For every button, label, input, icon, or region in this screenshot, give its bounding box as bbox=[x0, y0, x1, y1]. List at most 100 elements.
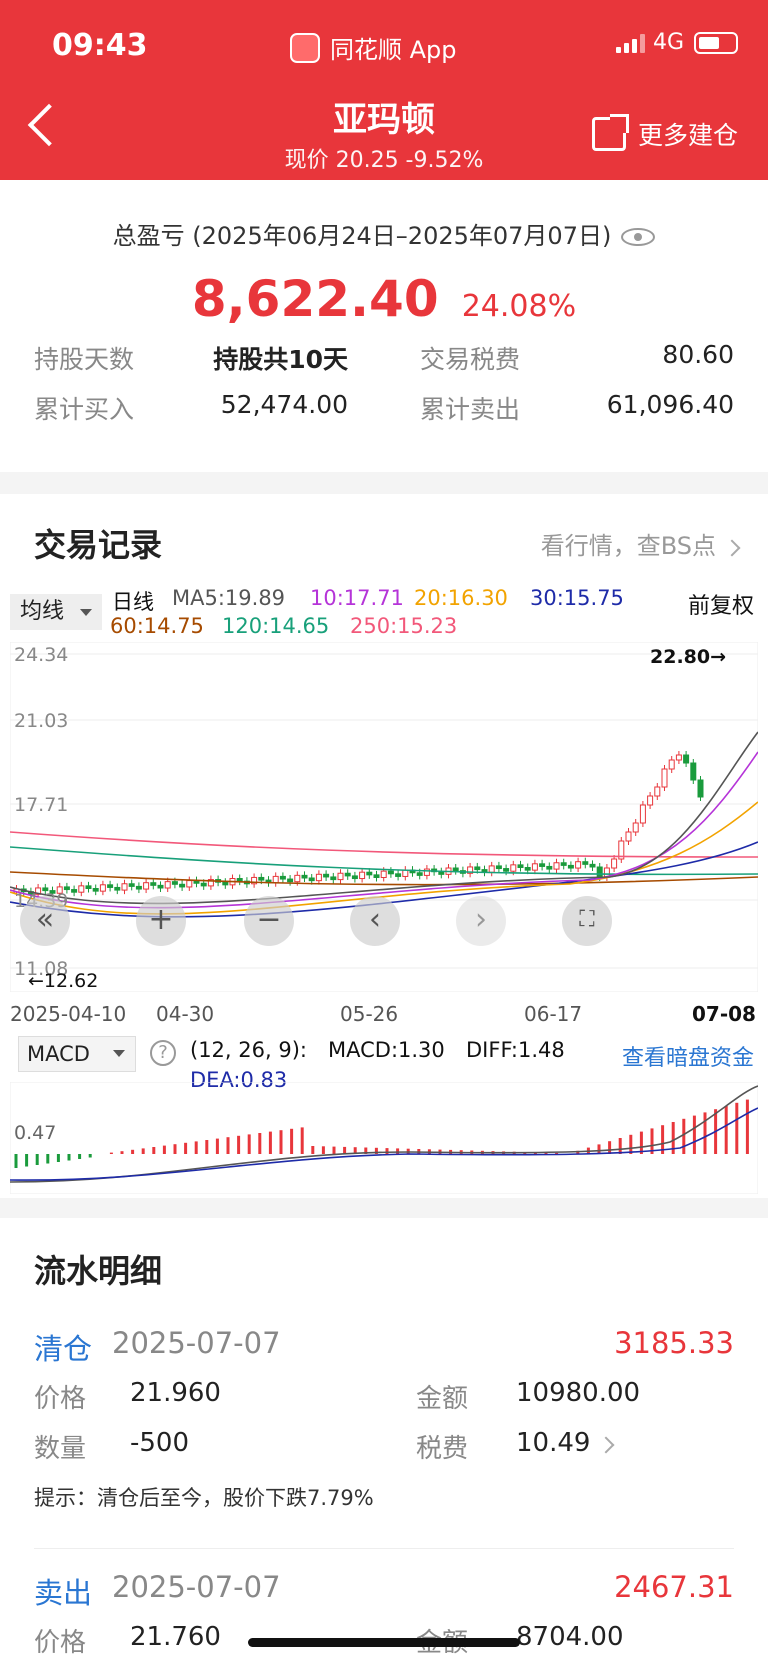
candle bbox=[308, 877, 315, 882]
record-date: 2025-07-07 bbox=[112, 1326, 281, 1360]
top-header: 09:43 同花顺 App 4G 亚玛顿 现价 20.25 -9.52% 更多建… bbox=[0, 0, 768, 180]
clear-tip: 提示：清仓后至今，股价下跌7.79% bbox=[34, 1486, 374, 1510]
view-market-link[interactable]: 看行情，查BS点 bbox=[541, 526, 741, 561]
candle bbox=[661, 768, 668, 788]
candle bbox=[359, 871, 366, 880]
candle bbox=[488, 865, 495, 873]
record-pl: 2467.31 bbox=[614, 1570, 734, 1604]
candle bbox=[675, 754, 682, 761]
candle bbox=[452, 867, 459, 872]
fee-value[interactable]: 10.49 bbox=[516, 1428, 615, 1458]
candle bbox=[553, 862, 560, 870]
zoom-out-button[interactable]: − bbox=[244, 896, 294, 946]
candle bbox=[546, 865, 553, 870]
candle bbox=[143, 882, 150, 890]
ma250-value: 250:15.23 bbox=[350, 614, 458, 638]
candle bbox=[171, 881, 178, 885]
chevron-right-icon bbox=[597, 1436, 615, 1454]
qty-value: -500 bbox=[130, 1428, 190, 1458]
stat-row: 持股天数 持股共10天 交易税费 80.60 bbox=[34, 340, 734, 376]
battery-icon bbox=[694, 31, 738, 54]
ma10-value: 10:17.71 bbox=[310, 586, 404, 610]
record-type: 卖出 bbox=[34, 1576, 93, 1610]
candle bbox=[589, 863, 596, 868]
scroll-right-button[interactable]: › bbox=[456, 896, 506, 946]
candle bbox=[287, 878, 294, 883]
divider bbox=[34, 1548, 734, 1549]
low-price-marker: ←12.62 bbox=[28, 970, 99, 992]
flow-title: 流水明细 bbox=[34, 1252, 163, 1290]
more-positions-button[interactable]: 更多建仓 bbox=[591, 114, 738, 152]
fee-label: 税费 bbox=[416, 1434, 469, 1464]
ma-type-select[interactable]: 均线 bbox=[10, 594, 102, 630]
adjust-mode[interactable]: 前复权 bbox=[688, 588, 754, 620]
total-pl: 8,622.40 24.08% bbox=[0, 270, 768, 328]
candle bbox=[596, 866, 603, 878]
candle bbox=[344, 872, 351, 877]
candle bbox=[582, 861, 589, 865]
zoom-in-button[interactable]: + bbox=[136, 896, 186, 946]
candle bbox=[164, 881, 171, 889]
record-type: 清仓 bbox=[34, 1332, 93, 1366]
x-date: 04-30 bbox=[156, 1002, 215, 1026]
candle bbox=[135, 885, 142, 890]
signal-icon bbox=[615, 33, 645, 53]
home-indicator bbox=[248, 1638, 520, 1647]
scroll-left-button[interactable]: ‹ bbox=[350, 896, 400, 946]
total-buy-label: 累计买入 bbox=[34, 395, 135, 424]
candle bbox=[517, 864, 524, 869]
record-pl: 3185.33 bbox=[614, 1326, 734, 1360]
fullscreen-button[interactable]: ⛶ bbox=[562, 896, 612, 946]
candle bbox=[294, 874, 301, 883]
price-label: 价格 bbox=[34, 1628, 87, 1658]
candle bbox=[99, 884, 106, 892]
candle bbox=[107, 884, 114, 888]
candle bbox=[258, 876, 265, 881]
ma120-value: 120:14.65 bbox=[222, 614, 330, 638]
status-indicators: 4G bbox=[615, 30, 738, 55]
macd-params: (12, 26, 9): bbox=[190, 1038, 307, 1062]
more-positions-label: 更多建仓 bbox=[637, 121, 738, 150]
candle bbox=[301, 874, 308, 879]
candle bbox=[683, 754, 690, 764]
dark-pool-funds-link[interactable]: 查看暗盘资金 bbox=[622, 1040, 754, 1072]
period-label: 日线 bbox=[112, 590, 154, 614]
candle bbox=[654, 786, 661, 797]
help-icon[interactable]: ? bbox=[150, 1040, 176, 1066]
candle bbox=[387, 870, 394, 875]
candle bbox=[71, 889, 78, 893]
candle bbox=[611, 858, 618, 869]
indicator-select[interactable]: MACD bbox=[18, 1036, 136, 1072]
candle bbox=[647, 795, 654, 806]
rewind-button[interactable]: « bbox=[20, 896, 70, 946]
candle bbox=[128, 883, 135, 887]
diff-value: DIFF:1.48 bbox=[466, 1038, 565, 1062]
y-tick: 21.03 bbox=[14, 710, 69, 732]
candle bbox=[524, 867, 531, 871]
candle bbox=[531, 863, 538, 871]
candle bbox=[179, 883, 186, 888]
candle bbox=[114, 886, 121, 891]
ma20-value: 20:16.30 bbox=[414, 586, 508, 610]
eye-icon[interactable] bbox=[621, 228, 656, 246]
trade-records-card: 交易记录 看行情，查BS点 均线 日线 MA5:19.89 10:17.71 2… bbox=[0, 494, 768, 1198]
qty-label: 数量 bbox=[34, 1434, 87, 1464]
external-link-icon bbox=[591, 114, 629, 151]
ma5-value: MA5:19.89 bbox=[172, 586, 286, 610]
holding-days-value: 持股共10天 bbox=[213, 345, 348, 374]
holding-days-label: 持股天数 bbox=[34, 345, 135, 374]
ma250-line bbox=[10, 831, 758, 858]
candle bbox=[78, 885, 85, 893]
candle bbox=[567, 864, 574, 869]
candle bbox=[395, 873, 402, 877]
tax-fee-value: 80.60 bbox=[662, 340, 734, 369]
candle bbox=[474, 866, 481, 871]
app-logo-icon bbox=[290, 32, 320, 63]
candle bbox=[157, 884, 164, 889]
candle bbox=[121, 883, 128, 891]
price-label: 价格 bbox=[34, 1384, 87, 1414]
dea-line bbox=[10, 1107, 758, 1181]
candle bbox=[539, 863, 546, 867]
candle bbox=[186, 880, 193, 888]
total-sell-value: 61,096.40 bbox=[606, 390, 734, 419]
